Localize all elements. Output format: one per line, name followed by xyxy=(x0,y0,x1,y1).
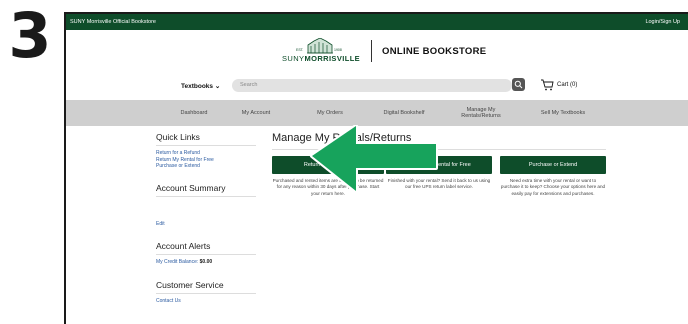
nav-digital-bookshelf[interactable]: Digital Bookshelf xyxy=(372,100,436,126)
search-row: Textbooks ⌄ Search Cart (0) xyxy=(66,74,688,100)
account-summary-divider xyxy=(156,195,256,197)
store-name: SUNY Morrisville Official Bookstore xyxy=(70,19,156,25)
nav-dashboard[interactable]: Dashboard xyxy=(166,100,222,126)
credit-balance-value: $0.00 xyxy=(199,259,213,265)
logo-year: 1908 xyxy=(334,48,342,52)
customer-service-heading: Customer Service xyxy=(156,279,224,290)
nav-sell-textbooks[interactable]: Sell My Textbooks xyxy=(530,100,596,126)
sidebar: Quick Links Return for a Refund Return M… xyxy=(156,132,266,304)
cart-button[interactable]: Cart (0) xyxy=(540,79,577,91)
building-logo-icon xyxy=(307,38,333,54)
account-alerts-heading: Account Alerts xyxy=(156,241,211,251)
textbooks-label: Textbooks xyxy=(181,83,214,90)
cart-label: Cart (0) xyxy=(557,82,578,88)
textbooks-dropdown[interactable]: Textbooks ⌄ xyxy=(181,82,220,90)
search-icon xyxy=(514,80,523,89)
brand-divider xyxy=(371,40,372,62)
quick-links-heading: Quick Links xyxy=(156,132,200,142)
quick-links-divider xyxy=(156,145,256,146)
account-nav-bar: Dashboard My Account My Orders Digital B… xyxy=(66,100,688,126)
logo-morrisville: MORRISVILLE xyxy=(304,54,361,63)
search-button[interactable] xyxy=(512,78,525,91)
suny-morrisville-logo[interactable]: EST. 1908 SUNYMORRISVILLE xyxy=(282,38,361,68)
pointer-arrow-icon xyxy=(310,125,438,193)
purchase-extend-description: Need extra time with your rental or want… xyxy=(500,178,606,196)
credit-balance: My Credit Balance: $0.00 xyxy=(156,259,266,266)
nav-my-account[interactable]: My Account xyxy=(226,100,286,126)
account-alerts-divider xyxy=(156,254,256,255)
login-signup-link[interactable]: Login/Sign Up xyxy=(645,19,680,25)
logo-suny: SUNY xyxy=(282,54,305,63)
tutorial-step-screen: 3 SUNY Morrisville Official Bookstore Lo… xyxy=(0,0,688,324)
logo-est: EST. xyxy=(296,48,304,52)
nav-my-orders[interactable]: My Orders xyxy=(302,100,358,126)
nav-manage-rentals[interactable]: Manage My Rentals/Returns xyxy=(456,100,506,126)
account-summary-heading: Account Summary xyxy=(156,182,226,193)
step-number: 3 xyxy=(8,0,52,72)
logo-wordmark: SUNYMORRISVILLE xyxy=(282,54,361,63)
online-bookstore-title: ONLINE BOOKSTORE xyxy=(382,46,487,57)
edit-link[interactable]: Edit xyxy=(156,221,266,228)
brand-header: EST. 1908 SUNYMORRISVILLE ONLINE BOOKSTO… xyxy=(66,30,688,74)
chevron-down-icon: ⌄ xyxy=(214,83,221,90)
top-bar: SUNY Morrisville Official Bookstore Logi… xyxy=(66,14,688,30)
search-input[interactable]: Search xyxy=(232,79,512,92)
customer-service-divider xyxy=(156,292,256,294)
credit-balance-label[interactable]: My Credit Balance: xyxy=(156,259,198,265)
sidebar-link-purchase-extend[interactable]: Purchase or Extend xyxy=(156,163,266,170)
purchase-or-extend-button[interactable]: Purchase or Extend xyxy=(500,156,606,174)
contact-us-link[interactable]: Contact Us xyxy=(156,298,266,305)
cart-icon xyxy=(541,79,554,91)
